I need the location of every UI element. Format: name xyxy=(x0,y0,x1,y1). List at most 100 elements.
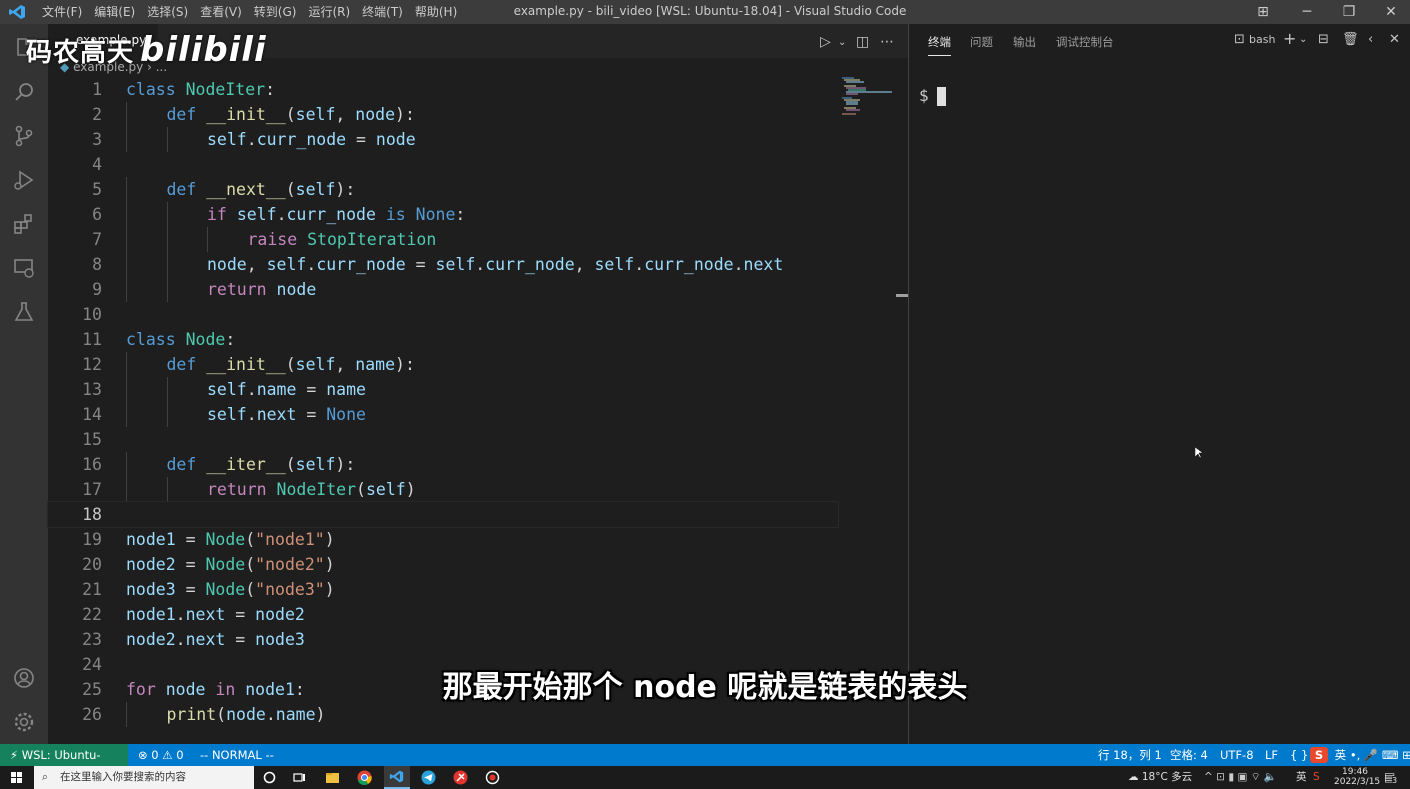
indentation[interactable]: 空格: 4 xyxy=(1170,744,1208,766)
taskbar-vscode-active[interactable] xyxy=(384,766,410,789)
code-line[interactable]: 11 class Node: xyxy=(48,327,838,352)
indent-guide xyxy=(166,252,168,277)
indent-guide xyxy=(126,377,127,402)
restore-button[interactable]: ❐ xyxy=(1326,0,1372,24)
channel-watermark: 码农高天 bilibili xyxy=(26,30,267,70)
cursor-position[interactable]: 行 18，列 1 xyxy=(1098,744,1162,766)
editor-scrollbar[interactable] xyxy=(896,58,908,744)
kill-terminal-trash-icon[interactable]: 🗑 xyxy=(1342,32,1359,47)
code-line[interactable]: 10 xyxy=(48,302,838,327)
indent-guide xyxy=(126,202,127,227)
code-line[interactable]: 6 if self.curr_node is None: xyxy=(48,202,838,227)
close-panel-icon[interactable]: ✕ xyxy=(1389,32,1400,47)
search-icon[interactable] xyxy=(12,80,36,104)
code-line[interactable]: 4 xyxy=(48,152,838,177)
language-mode[interactable]: { } xyxy=(1290,744,1308,766)
code-token: . xyxy=(246,405,257,424)
code-line[interactable]: 21 node3 = Node("node3") xyxy=(48,577,838,602)
telegram-icon[interactable] xyxy=(421,770,436,785)
tray-icons[interactable]: ^ ⊡ ▮ ▣ ⌔ 🔈 xyxy=(1204,766,1277,789)
tab-problems[interactable]: 问题 xyxy=(970,34,993,50)
windows-start-icon[interactable] xyxy=(11,772,22,783)
code-token: return xyxy=(207,480,277,499)
terminal-shell-selector[interactable]: ⊡ bash xyxy=(1234,32,1275,47)
tab-output[interactable]: 输出 xyxy=(1013,34,1036,50)
tab-terminal[interactable]: 终端 xyxy=(928,34,951,56)
new-terminal-icon[interactable]: + xyxy=(1283,29,1296,48)
tray-wifi-icon: ⌔ xyxy=(1250,771,1261,783)
run-debug-icon[interactable] xyxy=(12,168,36,192)
minimize-button[interactable]: ─ xyxy=(1284,0,1330,24)
extensions-icon[interactable] xyxy=(12,212,36,236)
code-editor[interactable]: 1 class NodeIter: 2 def __init__(self, node… xyxy=(47,77,839,727)
code-token: ) xyxy=(315,705,326,724)
taskbar-search-box[interactable]: ⌕ 在这里输入你要搜索的内容 xyxy=(34,766,254,789)
tab-debug-console[interactable]: 调试控制台 xyxy=(1056,34,1114,50)
ime-toolbar[interactable]: S 英 •, 🎤 ⌨ ⊞ xyxy=(1310,744,1410,766)
cortana-icon[interactable] xyxy=(262,770,277,785)
code-line[interactable]: 23 node2.next = node3 xyxy=(48,627,838,652)
code-line[interactable]: 8 node, self.curr_node = self.curr_node, … xyxy=(48,252,838,277)
app-red-icon[interactable] xyxy=(453,770,468,785)
code-line[interactable]: 20 node2 = Node("node2") xyxy=(48,552,838,577)
remote-explorer-icon[interactable] xyxy=(12,256,36,280)
taskbar-search-icon: ⌕ xyxy=(42,771,48,783)
source-control-icon[interactable] xyxy=(12,124,36,148)
tray-ime-language[interactable]: 英 xyxy=(1296,766,1307,789)
chrome-icon[interactable] xyxy=(357,770,372,785)
menu-run[interactable]: 运行(R) xyxy=(302,4,356,20)
run-dropdown-chevron-icon[interactable]: ⌄ xyxy=(838,37,846,48)
split-terminal-icon[interactable]: ⊟ xyxy=(1318,32,1329,47)
minimap[interactable] xyxy=(840,76,896,116)
file-explorer-icon[interactable] xyxy=(325,770,340,785)
code-token: NodeIter xyxy=(276,480,357,499)
maximize-panel-chevron-icon[interactable]: ‹ xyxy=(1368,32,1373,47)
code-token: __iter__ xyxy=(206,455,286,474)
testing-icon[interactable] xyxy=(12,300,36,324)
end-of-line[interactable]: LF xyxy=(1265,744,1278,766)
task-view-icon[interactable] xyxy=(292,770,307,785)
menu-file[interactable]: 文件(F) xyxy=(36,4,88,20)
code-line[interactable]: 19 node1 = Node("node1") xyxy=(48,527,838,552)
code-token: node2 xyxy=(126,630,176,649)
code-line[interactable]: 5 def __next__(self): xyxy=(48,177,838,202)
settings-gear-icon[interactable] xyxy=(12,710,36,734)
code-line[interactable]: 2 def __init__(self, node): xyxy=(48,102,838,127)
taskbar-clock[interactable]: 19:46 2022/3/15 xyxy=(1334,767,1380,787)
weather-widget[interactable]: ☁ 18°C 多云 xyxy=(1128,766,1192,789)
terminal-output[interactable]: $ xyxy=(919,86,946,106)
more-actions-icon[interactable]: ⋯ xyxy=(880,34,894,50)
close-window-button[interactable]: ✕ xyxy=(1368,0,1410,24)
code-token: curr_node xyxy=(485,255,575,274)
code-line[interactable]: 1 class NodeIter: xyxy=(48,77,838,102)
layout-toggle-icon[interactable]: ⊞ xyxy=(1240,0,1286,24)
encoding[interactable]: UTF-8 xyxy=(1220,744,1254,766)
code-token: Node xyxy=(205,580,246,599)
code-line[interactable]: 13 self.name = name xyxy=(48,377,838,402)
menu-go[interactable]: 转到(G) xyxy=(248,4,303,20)
menu-selection[interactable]: 选择(S) xyxy=(141,4,194,20)
code-line[interactable]: 15 xyxy=(48,427,838,452)
code-line[interactable]: 9 return node xyxy=(48,277,838,302)
screen-recorder-icon[interactable] xyxy=(485,770,500,785)
code-line[interactable]: 18 xyxy=(47,501,839,528)
code-line[interactable]: 14 self.next = None xyxy=(48,402,838,427)
terminal-dropdown-chevron-icon[interactable]: ⌄ xyxy=(1299,34,1307,45)
code-line[interactable]: 17 return NodeIter(self) xyxy=(48,477,838,502)
menu-terminal[interactable]: 终端(T) xyxy=(356,4,409,20)
tray-sogou-icon[interactable]: S xyxy=(1313,766,1320,789)
code-line[interactable]: 3 self.curr_node = node xyxy=(48,127,838,152)
remote-indicator[interactable]: ⚡ WSL: Ubuntu-18.04 xyxy=(0,744,128,784)
code-line[interactable]: 16 def __iter__(self): xyxy=(48,452,838,477)
menu-view[interactable]: 查看(V) xyxy=(194,4,248,20)
menu-edit[interactable]: 编辑(E) xyxy=(88,4,141,20)
code-line[interactable]: 12 def __init__(self, name): xyxy=(48,352,838,377)
code-line[interactable]: 7 raise StopIteration xyxy=(48,227,838,252)
code-token: self xyxy=(435,255,476,274)
split-editor-icon[interactable]: ◫ xyxy=(856,34,869,50)
run-file-icon[interactable]: ▷ xyxy=(820,34,831,50)
video-subtitle: 那最开始那个 node 呢就是链表的表头 xyxy=(442,670,968,705)
code-token: self xyxy=(295,105,336,124)
problems-status[interactable]: ⊗ 0 ⚠ 0 xyxy=(138,744,184,766)
code-line[interactable]: 22 node1.next = node2 xyxy=(48,602,838,627)
